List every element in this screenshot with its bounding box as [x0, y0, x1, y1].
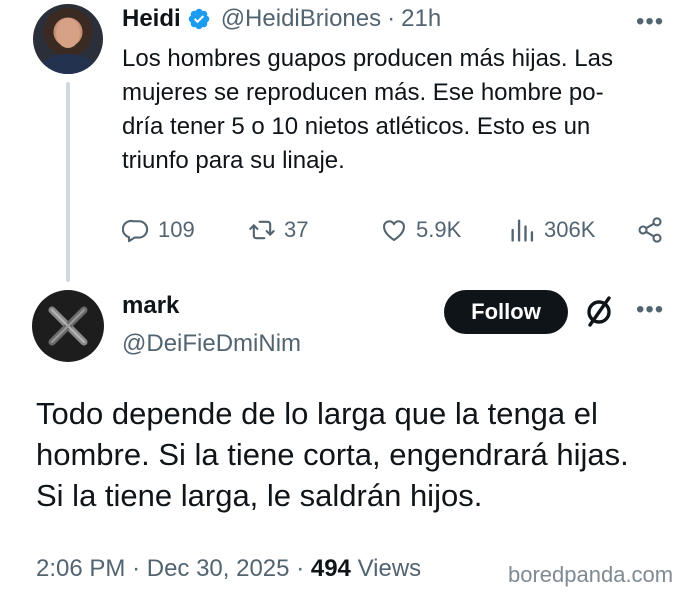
tweet1-more-icon[interactable]: ••• [636, 8, 664, 36]
watermark: boredpanda.com [508, 562, 674, 587]
grok-icon[interactable] [582, 294, 616, 330]
reply-count: 109 [158, 217, 195, 242]
retweet-button[interactable]: 37 [248, 212, 308, 248]
reply-button[interactable]: 109 [122, 212, 195, 248]
tweet1-separator: · [387, 5, 396, 32]
tweet2-views-count: 494 [310, 555, 351, 582]
tweet2-text-line: Todo depende de lo larga que la tenga el [36, 396, 598, 431]
verified-badge-icon [188, 8, 209, 30]
tweet1-text-line: Los hombres guapos producen más hijas. L… [122, 45, 613, 72]
tweet1-author-handle[interactable]: @HeidiBriones [221, 5, 381, 33]
tweet2-more-icon[interactable]: ••• [636, 296, 664, 324]
retweet-icon [249, 220, 275, 240]
heidi-avatar[interactable] [33, 4, 103, 74]
tweet1-text-line: triunfo para su linaje. [122, 147, 345, 174]
retweet-count: 37 [284, 217, 309, 242]
tweet2-text: Todo depende de lo larga que la tenga el… [36, 393, 686, 516]
tweet2-time[interactable]: 2:06 PM [36, 555, 125, 582]
tweet2-meta: 2:06 PM · Dec 30, 2025 · 494 Views [36, 555, 421, 583]
views-icon [511, 219, 534, 242]
tweet1-text-line: dría tener 5 o 10 nietos atléticos. Esto… [122, 113, 591, 140]
tweet1-timestamp[interactable]: 21h [401, 5, 441, 33]
share-icon [638, 217, 662, 243]
meta-separator: · [132, 555, 147, 582]
x-logo-icon [48, 306, 88, 346]
reply-icon [122, 219, 149, 243]
share-button[interactable] [636, 212, 672, 248]
views-button[interactable]: 306K [508, 212, 595, 248]
tweet2-author-handle[interactable]: @DeiFieDmiNim [122, 330, 301, 358]
tweet2-text-line: hombre. Si la tiene corta, engendrará hi… [36, 437, 629, 472]
tweet2-date[interactable]: Dec 30, 2025 [147, 555, 290, 582]
meta-separator: · [296, 555, 311, 582]
tweet2-author-name[interactable]: mark [122, 292, 179, 320]
like-button[interactable]: 5.9K [380, 212, 461, 248]
mark-avatar[interactable] [32, 290, 104, 362]
tweet2-views-label: Views [357, 555, 422, 582]
follow-button[interactable]: Follow [444, 290, 568, 334]
tweet1-author-name[interactable]: Heidi [122, 5, 181, 33]
tweet1-action-bar: 109 37 5.9K 306K [122, 212, 678, 248]
like-count: 5.9K [416, 217, 462, 242]
tweet1-header: Heidi @HeidiBriones · 21h [122, 4, 441, 34]
like-icon [383, 220, 405, 241]
views-count: 306K [544, 217, 596, 242]
tweet2-text-line: Si la tiene larga, le saldrán hijos. [36, 478, 483, 513]
tweet1-text-line: mujeres se reproducen más. Ese hombre po… [122, 79, 604, 106]
tweet1-text: Los hombres guapos producen más hijas. L… [122, 42, 682, 178]
thread-connector-line [66, 82, 70, 282]
